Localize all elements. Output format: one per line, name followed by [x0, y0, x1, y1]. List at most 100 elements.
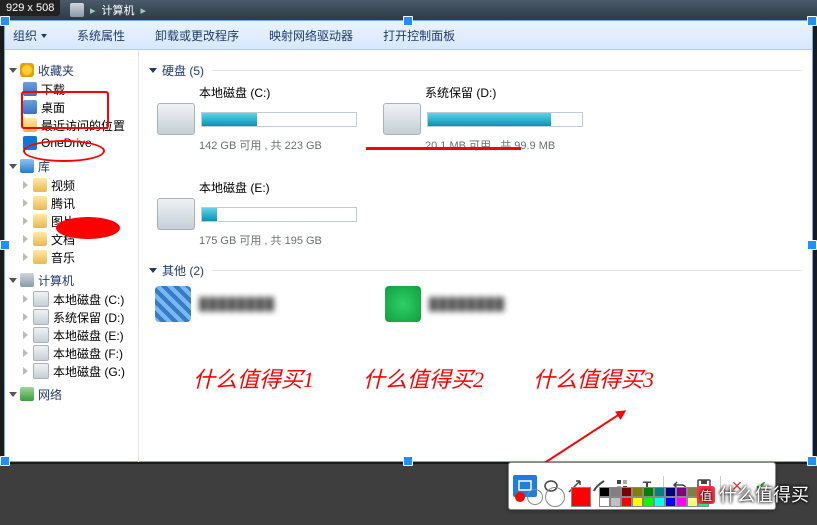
capacity-bar [201, 112, 357, 127]
selection-handle[interactable] [0, 456, 10, 466]
system-properties-button[interactable]: 系统属性 [77, 27, 125, 44]
color-swatch[interactable] [621, 497, 632, 507]
selection-handle[interactable] [0, 240, 10, 250]
sidebar-item-tencent[interactable]: 腾讯 [5, 194, 138, 212]
drive-name: 本地磁盘 (C:) [199, 84, 357, 101]
sidebar-item-desktop[interactable]: 桌面 [5, 98, 138, 116]
expand-icon [23, 253, 31, 261]
collapse-icon [9, 68, 17, 73]
drive-item-d[interactable]: 系统保留 (D:) 20.1 MB 可用 , 共 99.9 MB [381, 82, 585, 155]
video-icon [33, 178, 47, 192]
selection-handle[interactable] [403, 456, 413, 466]
expand-icon [23, 217, 31, 225]
stroke-size-medium[interactable] [527, 489, 543, 505]
color-swatch[interactable] [599, 497, 610, 507]
drive-item-c[interactable]: 本地磁盘 (C:) 142 GB 可用 , 共 223 GB [155, 82, 359, 155]
sidebar-item-downloads[interactable]: 下载 [5, 80, 138, 98]
star-icon [20, 63, 34, 77]
drive-item-e[interactable]: 本地磁盘 (E:) 175 GB 可用 , 共 195 GB [155, 177, 359, 250]
stroke-size-small[interactable] [515, 492, 525, 502]
others-section-header[interactable]: 其他 (2) [149, 260, 802, 280]
breadcrumb-label[interactable]: 计算机 [102, 2, 135, 18]
sidebar-item-label: 下载 [41, 81, 65, 98]
computer-icon [70, 3, 84, 17]
drive-icon [33, 309, 49, 325]
recent-icon [23, 118, 37, 132]
drive-icon [383, 103, 421, 135]
folder-icon [33, 196, 47, 210]
color-swatch[interactable] [610, 497, 621, 507]
breadcrumb-arrow-icon: ▸ [141, 4, 147, 17]
expand-icon [23, 367, 31, 375]
computer-icon [20, 273, 34, 287]
collapse-icon [149, 68, 157, 73]
expand-icon [23, 235, 31, 243]
sidebar-item-drive-e[interactable]: 本地磁盘 (E:) [5, 326, 138, 344]
sidebar-item-videos[interactable]: 视频 [5, 176, 138, 194]
network-label: 网络 [38, 386, 62, 403]
selection-handle[interactable] [807, 456, 817, 466]
annotation-text-2: 什么值得买2 [363, 362, 484, 394]
collapse-icon [149, 268, 157, 273]
sidebar-item-label: 本地磁盘 (C:) [53, 291, 124, 308]
sidebar-item-recent[interactable]: 最近访问的位置 [5, 116, 138, 134]
color-swatch[interactable] [643, 487, 654, 497]
color-swatch[interactable] [676, 487, 687, 497]
favorites-label: 收藏夹 [38, 62, 74, 79]
color-swatch[interactable] [599, 487, 610, 497]
collapse-icon [9, 164, 17, 169]
sidebar-item-drive-c[interactable]: 本地磁盘 (C:) [5, 290, 138, 308]
color-swatch[interactable] [654, 497, 665, 507]
network-group[interactable]: 网络 [5, 384, 138, 404]
color-swatch[interactable] [610, 487, 621, 497]
drive-name: 系统保留 (D:) [425, 84, 583, 101]
color-swatch[interactable] [621, 487, 632, 497]
map-drive-button[interactable]: 映射网络驱动器 [269, 27, 353, 44]
favorites-group[interactable]: 收藏夹 [5, 60, 138, 80]
sidebar-item-label: 腾讯 [51, 195, 75, 212]
sidebar-item-music[interactable]: 音乐 [5, 248, 138, 266]
computer-group[interactable]: 计算机 [5, 270, 138, 290]
uninstall-button[interactable]: 卸载或更改程序 [155, 27, 239, 44]
color-swatch[interactable] [643, 497, 654, 507]
picture-icon [33, 214, 47, 228]
color-swatch[interactable] [676, 497, 687, 507]
selection-handle[interactable] [807, 240, 817, 250]
music-icon [33, 250, 47, 264]
sidebar-item-drive-f[interactable]: 本地磁盘 (F:) [5, 344, 138, 362]
computer-label: 计算机 [38, 272, 74, 289]
other-label: ████████ [429, 297, 505, 311]
collapse-icon [9, 278, 17, 283]
drive-icon [157, 103, 195, 135]
section-label: 硬盘 (5) [162, 62, 204, 79]
color-swatch[interactable] [654, 487, 665, 497]
selection-handle[interactable] [807, 16, 817, 26]
selection-handle[interactable] [403, 16, 413, 26]
sidebar-item-label: 音乐 [51, 249, 75, 266]
color-swatch[interactable] [632, 497, 643, 507]
other-item-2[interactable]: ████████ [385, 284, 585, 324]
library-icon [20, 159, 34, 173]
color-swatch[interactable] [632, 487, 643, 497]
drives-section-header[interactable]: 硬盘 (5) [149, 60, 802, 80]
sidebar-item-drive-g[interactable]: 本地磁盘 (G:) [5, 362, 138, 380]
expand-icon [23, 295, 31, 303]
organize-menu[interactable]: 组织 [13, 27, 47, 44]
annotation-fill-ellipse [56, 217, 120, 239]
color-swatch[interactable] [665, 487, 676, 497]
stroke-size-large[interactable] [545, 487, 565, 507]
drive-stat: 20.1 MB 可用 , 共 99.9 MB [425, 137, 583, 153]
sidebar-item-drive-d[interactable]: 系统保留 (D:) [5, 308, 138, 326]
sidebar-item-label: 视频 [51, 177, 75, 194]
capacity-bar [201, 207, 357, 222]
color-swatch[interactable] [665, 497, 676, 507]
drive-icon [33, 327, 49, 343]
sidebar: 收藏夹 下载 桌面 最近访问的位置 OneDrive 库 视频 腾讯 图片 文档… [5, 50, 139, 462]
other-item-1[interactable]: ████████ [155, 284, 355, 324]
control-panel-button[interactable]: 打开控制面板 [383, 27, 455, 44]
dimension-tag: 929 x 508 [0, 0, 60, 16]
selection-handle[interactable] [0, 16, 10, 26]
expand-icon [23, 349, 31, 357]
drive-icon [33, 291, 49, 307]
app-icon [155, 286, 191, 322]
